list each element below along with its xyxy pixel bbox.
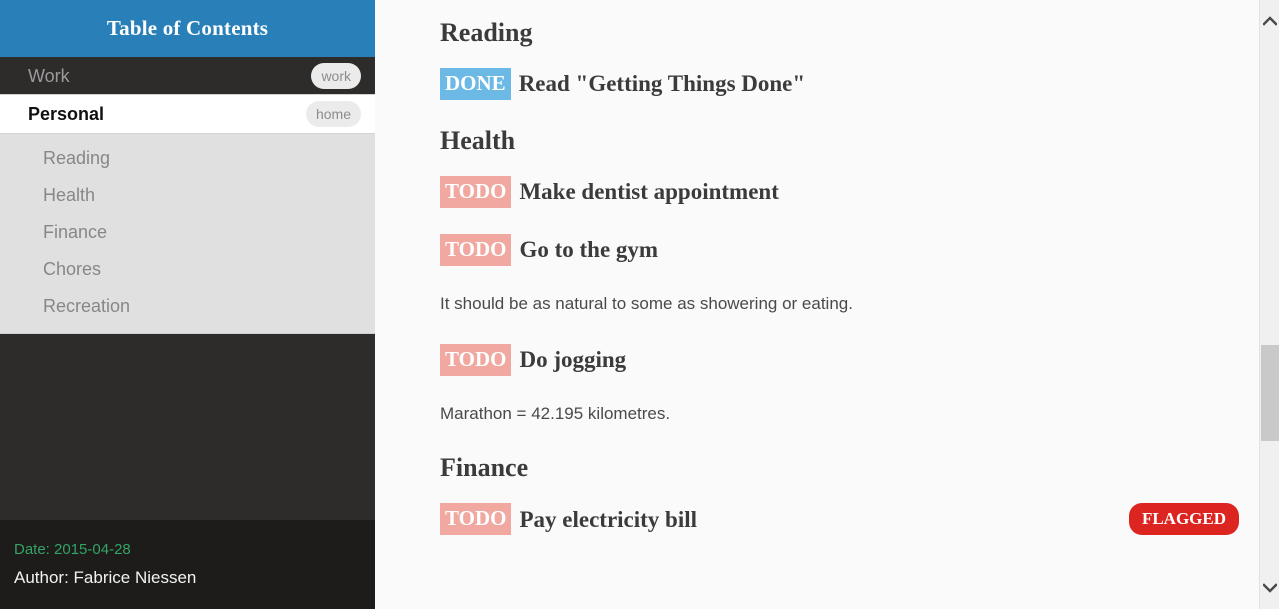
toc-item-tag-home[interactable]: home [305,101,361,127]
todo-item-title: Pay electricity bill [519,506,698,532]
table-of-contents-sidebar: Table of Contents Work work Personal home R… [0,0,375,609]
todo-item[interactable]: TODO Make dentist appointment [440,175,1239,208]
toc-subitem-reading[interactable]: Reading [0,140,375,177]
sidebar-spacer [0,334,375,520]
todo-item-title: Do jogging [519,346,627,372]
keyword-badge-todo[interactable]: TODO [440,343,512,376]
sidebar-footer: Date: 2015-04-28 Author: Fabrice Niessen [0,520,375,609]
todo-item[interactable]: TODO Go to the gym [440,233,1239,266]
todo-item-title: Read "Getting Things Done" [518,71,806,97]
todo-item-title: Make dentist appointment [519,179,779,205]
toc-header: Table of Contents [0,0,375,57]
todo-item[interactable]: TODO Do jogging [440,343,1239,376]
paragraph: Marathon = 42.195 kilometres. [440,403,671,423]
toc-item-personal[interactable]: Personal home [0,94,375,134]
toc-item-tag-work[interactable]: work [311,62,361,89]
toc-item-label: Work [28,65,70,86]
scrollbar-thumb[interactable] [1261,345,1279,441]
toc-subitem-finance[interactable]: Finance [0,214,375,251]
keyword-badge-todo[interactable]: TODO [440,175,512,208]
app-root: Table of Contents Work work Personal home R… [0,0,1279,609]
toc-sublist: Reading Health Finance Chores Recreation [0,134,375,334]
toc-item-work[interactable]: Work work [0,57,375,94]
toc-subitem-chores[interactable]: Chores [0,251,375,288]
keyword-badge-todo[interactable]: TODO [440,503,512,536]
vertical-scrollbar[interactable] [1259,0,1279,609]
section-heading-health: Health [440,125,516,155]
toc-top-level-list: Work work Personal home [0,57,375,134]
toc-subitem-recreation[interactable]: Recreation [0,288,375,325]
document-content-area: Reading DONE Read "Getting Things Done" Hea… [375,0,1279,609]
flagged-tag[interactable]: FLAGGED [1128,503,1239,536]
todo-item[interactable]: TODO Pay electricity bill FLAGGED [440,503,1239,536]
toc-header-title: Table of Contents [106,16,269,40]
todo-item[interactable]: DONE Read "Getting Things Done" [440,67,1239,100]
keyword-badge-done[interactable]: DONE [440,67,511,100]
document-body: Reading DONE Read "Getting Things Done" Hea… [375,0,1279,536]
section-heading-finance: Finance [440,453,529,483]
toc-subitem-health[interactable]: Health [0,177,375,214]
todo-item-title: Go to the gym [519,237,659,263]
document-date: Date: 2015-04-28 [14,541,131,558]
paragraph: It should be as natural to some as showe… [440,293,853,313]
chevron-down-icon[interactable] [1260,577,1279,599]
document-author: Author: Fabrice Niessen [14,568,197,587]
keyword-badge-todo[interactable]: TODO [440,233,512,266]
toc-item-label: Personal [28,104,105,124]
chevron-up-icon[interactable] [1260,10,1279,32]
section-heading-reading: Reading [440,18,533,47]
